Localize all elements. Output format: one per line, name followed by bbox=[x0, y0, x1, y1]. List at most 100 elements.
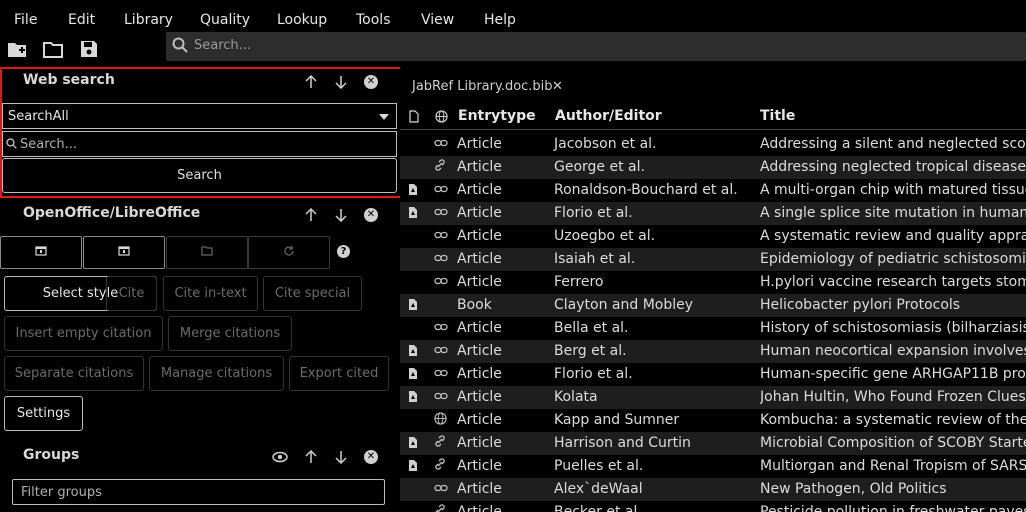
link-icon[interactable] bbox=[434, 389, 450, 405]
filter-groups-input[interactable]: Filter groups bbox=[12, 479, 385, 505]
file-column-icon[interactable] bbox=[409, 110, 419, 127]
menu-view[interactable]: View bbox=[421, 12, 454, 28]
table-row[interactable]: Article Jacobson et al. Addressing a silen… bbox=[400, 133, 1026, 156]
column-title[interactable]: Title bbox=[760, 108, 795, 124]
pdf-file-icon[interactable] bbox=[408, 206, 422, 220]
close-tab-icon[interactable]: ✕ bbox=[552, 79, 563, 94]
groups-title: Groups bbox=[23, 447, 80, 463]
pdf-file-icon[interactable] bbox=[408, 298, 422, 312]
close-icon[interactable]: ✕ bbox=[364, 75, 378, 89]
table-row[interactable]: Article Harrison and Curtin Microbial Comp… bbox=[400, 432, 1026, 455]
link-icon[interactable] bbox=[434, 205, 450, 221]
close-icon[interactable]: ✕ bbox=[364, 208, 378, 222]
entrytype-cell: Article bbox=[457, 159, 502, 175]
refresh-button[interactable] bbox=[248, 236, 330, 269]
tab-library[interactable]: JabRef Library.doc.bib bbox=[412, 79, 553, 94]
pdf-file-icon[interactable] bbox=[408, 183, 422, 197]
pdf-file-icon[interactable] bbox=[408, 390, 422, 404]
table-row[interactable]: Article Isaiah et al. Epidemiology of pedi… bbox=[400, 248, 1026, 271]
cite-button[interactable]: Cite bbox=[106, 276, 157, 311]
table-row[interactable]: Article Florio et al. A single splice site… bbox=[400, 202, 1026, 225]
link-icon[interactable] bbox=[434, 136, 450, 152]
column-entrytype[interactable]: Entrytype bbox=[458, 108, 536, 124]
link-icon[interactable] bbox=[434, 481, 450, 497]
doi-link-icon[interactable] bbox=[434, 504, 450, 512]
move-up-icon[interactable] bbox=[303, 449, 319, 465]
manage-citations-button[interactable]: Manage citations bbox=[149, 356, 284, 391]
export-cited-button[interactable]: Export cited bbox=[289, 356, 389, 391]
pdf-file-icon[interactable] bbox=[408, 459, 422, 473]
menu-tools[interactable]: Tools bbox=[356, 12, 391, 28]
link-icon[interactable] bbox=[434, 343, 450, 359]
title-cell: Johan Hultin, Who Found Frozen Clues to … bbox=[760, 389, 1026, 405]
entrytype-cell: Article bbox=[457, 320, 502, 336]
move-down-icon[interactable] bbox=[333, 207, 349, 223]
select-document-button[interactable] bbox=[83, 236, 165, 269]
link-icon[interactable] bbox=[434, 366, 450, 382]
menu-quality[interactable]: Quality bbox=[200, 12, 250, 28]
title-cell: A single splice site mutation in human-s… bbox=[760, 205, 1026, 221]
open-folder-icon[interactable] bbox=[42, 38, 64, 60]
web-column-icon[interactable] bbox=[435, 110, 448, 127]
link-icon[interactable] bbox=[434, 228, 450, 244]
separate-citations-button[interactable]: Separate citations bbox=[4, 356, 144, 391]
fetcher-select[interactable]: SearchAll bbox=[2, 103, 397, 129]
column-author[interactable]: Author/Editor bbox=[555, 108, 662, 124]
link-icon[interactable] bbox=[434, 274, 450, 290]
table-row[interactable]: Article Alex`deWaal New Pathogen, Old Poli… bbox=[400, 478, 1026, 501]
insert-empty-citation-button[interactable]: Insert empty citation bbox=[4, 316, 163, 351]
link-icon[interactable] bbox=[434, 182, 450, 198]
author-cell: Harrison and Curtin bbox=[554, 435, 691, 451]
table-row[interactable]: Article Uzoegbo et al. A systematic review… bbox=[400, 225, 1026, 248]
move-down-icon[interactable] bbox=[333, 74, 349, 90]
menu-file[interactable]: File bbox=[14, 12, 37, 28]
move-up-icon[interactable] bbox=[303, 207, 319, 223]
author-cell: Florio et al. bbox=[554, 366, 633, 382]
table-row[interactable]: Article Florio et al. Human-specific gene … bbox=[400, 363, 1026, 386]
table-row[interactable]: Book Clayton and Mobley Helicobacter pylor… bbox=[400, 294, 1026, 317]
move-up-icon[interactable] bbox=[303, 74, 319, 90]
cite-special-button[interactable]: Cite special bbox=[263, 276, 362, 311]
help-icon[interactable]: ? bbox=[337, 245, 350, 258]
table-row[interactable]: Article Kapp and Sumner Kombucha: a system… bbox=[400, 409, 1026, 432]
move-down-icon[interactable] bbox=[333, 449, 349, 465]
table-row[interactable]: Article Puelles et al. Multiorgan and Rena… bbox=[400, 455, 1026, 478]
connect-document-button[interactable] bbox=[0, 236, 82, 269]
link-icon[interactable] bbox=[434, 251, 450, 267]
table-row[interactable]: Article Kolata Johan Hultin, Who Found Fro… bbox=[400, 386, 1026, 409]
bib-folder-button[interactable] bbox=[166, 236, 248, 269]
doi-link-icon[interactable] bbox=[434, 458, 450, 474]
table-row[interactable]: Article Bella et al. History of schistosom… bbox=[400, 317, 1026, 340]
entrytype-cell: Article bbox=[457, 205, 502, 221]
pdf-file-icon[interactable] bbox=[408, 344, 422, 358]
table-row[interactable]: Article Berg et al. Human neocortical expa… bbox=[400, 340, 1026, 363]
pdf-file-icon[interactable] bbox=[408, 436, 422, 450]
web-icon[interactable] bbox=[434, 412, 450, 428]
settings-button[interactable]: Settings bbox=[4, 396, 83, 431]
table-row[interactable]: Article George et al. Addressing neglected… bbox=[400, 156, 1026, 179]
cite-in-text-button[interactable]: Cite in-text bbox=[163, 276, 258, 311]
menu-help[interactable]: Help bbox=[484, 12, 516, 28]
table-row[interactable]: Article Ronaldson-Bouchard et al. A multi-… bbox=[400, 179, 1026, 202]
menu-edit[interactable]: Edit bbox=[68, 12, 95, 28]
global-search-input[interactable]: Search... bbox=[166, 32, 1026, 61]
eye-icon[interactable] bbox=[272, 449, 288, 465]
web-search-input[interactable]: Search... bbox=[2, 131, 397, 157]
merge-citations-button[interactable]: Merge citations bbox=[168, 316, 292, 351]
title-cell: Pesticide pollution in freshwater paves … bbox=[760, 504, 1026, 512]
new-library-icon[interactable] bbox=[6, 38, 28, 60]
table-row[interactable]: Article Ferrero H.pylori vaccine research … bbox=[400, 271, 1026, 294]
table-header: Entrytype Author/Editor Title bbox=[400, 103, 1026, 130]
entrytype-cell: Article bbox=[457, 458, 502, 474]
close-icon[interactable]: ✕ bbox=[364, 450, 378, 464]
menu-library[interactable]: Library bbox=[124, 12, 173, 28]
doi-link-icon[interactable] bbox=[434, 159, 450, 175]
table-row[interactable]: Article Becker et al. Pesticide pollution … bbox=[400, 501, 1026, 512]
doi-link-icon[interactable] bbox=[434, 435, 450, 451]
entrytype-cell: Article bbox=[457, 182, 502, 198]
web-search-button[interactable]: Search bbox=[2, 158, 397, 193]
link-icon[interactable] bbox=[434, 320, 450, 336]
menu-lookup[interactable]: Lookup bbox=[277, 12, 327, 28]
pdf-file-icon[interactable] bbox=[408, 367, 422, 381]
save-icon[interactable] bbox=[78, 38, 100, 60]
